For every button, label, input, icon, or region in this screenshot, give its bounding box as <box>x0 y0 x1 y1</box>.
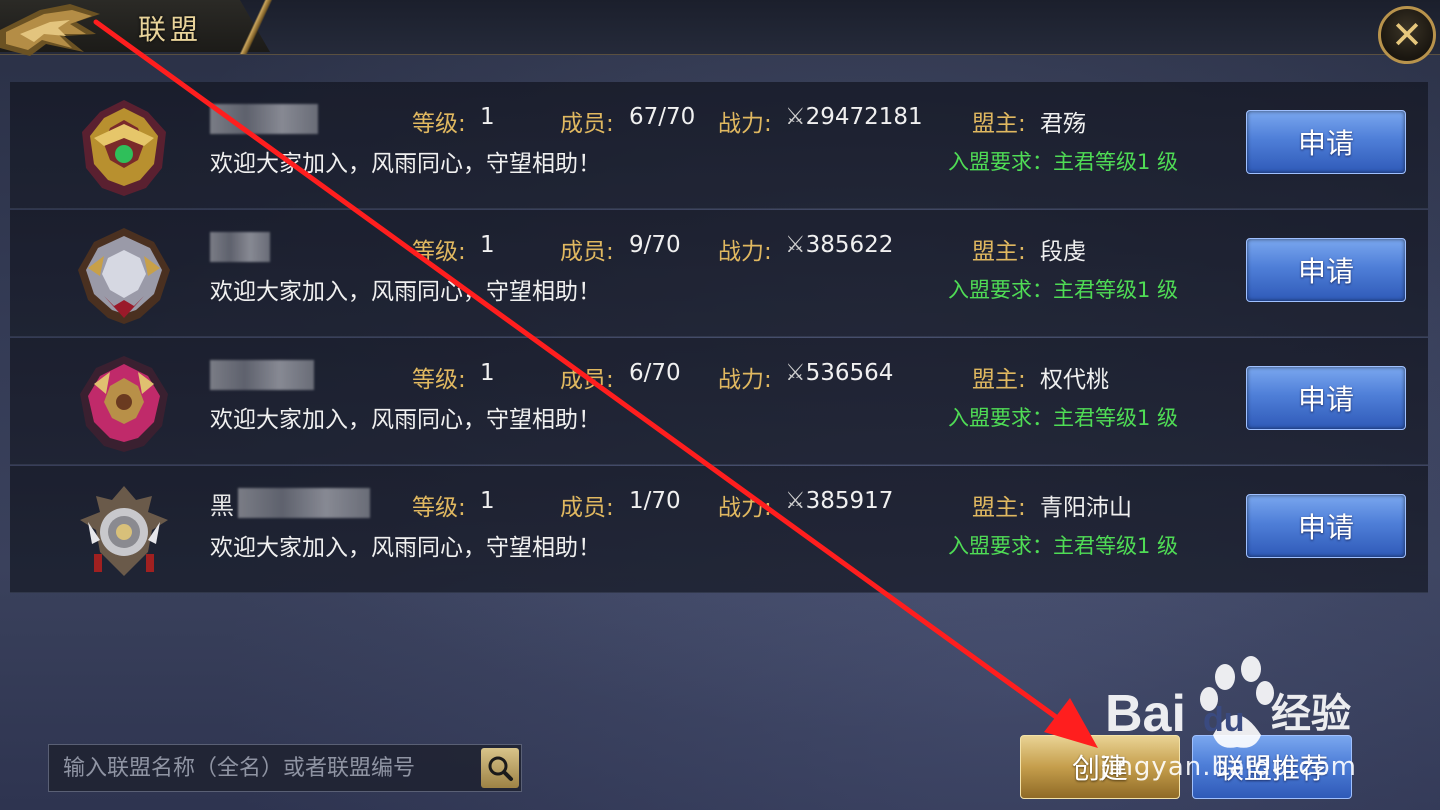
title-plate-edge <box>236 0 274 54</box>
alliance-motto: 欢迎大家加入，风雨同心，守望相助！ <box>210 535 601 561</box>
alliance-motto: 欢迎大家加入，风雨同心，守望相助！ <box>210 407 601 433</box>
page-title: 联盟 <box>138 13 203 46</box>
leader-value: 青阳沛山 <box>1040 495 1132 521</box>
leader-label: 盟主: <box>972 367 1026 393</box>
dragon-ornament-icon <box>0 4 100 56</box>
crossed-swords-icon: ⚔ <box>785 104 806 130</box>
join-requirement: 入盟要求：主君等级1 级 <box>948 278 1179 302</box>
power-label: 战力: <box>718 111 772 137</box>
apply-button[interactable]: 申请 <box>1246 238 1406 302</box>
apply-button[interactable]: 申请 <box>1246 110 1406 174</box>
search-button[interactable] <box>481 748 519 788</box>
power-label: 战力: <box>718 239 772 265</box>
level-value: 1 <box>480 488 495 514</box>
search-icon <box>488 756 513 781</box>
leader-label: 盟主: <box>972 111 1026 137</box>
alliance-list: 等级: 1 成员: 67/70 战力: ⚔29472181 盟主: 君殇 欢迎大… <box>10 82 1428 594</box>
watermark-brand-du: du <box>1203 701 1245 739</box>
join-requirement: 入盟要求：主君等级1 级 <box>948 534 1179 558</box>
create-alliance-button[interactable]: 创建 <box>1020 735 1180 799</box>
watermark-brand-jingyan: 经验 <box>1271 691 1351 737</box>
leader-value: 段虔 <box>1040 239 1086 265</box>
apply-button[interactable]: 申请 <box>1246 366 1406 430</box>
power-label: 战力: <box>718 367 772 393</box>
power-value-group: ⚔385917 <box>785 488 893 514</box>
power-value: 385622 <box>805 232 894 258</box>
level-label: 等级: <box>412 239 466 265</box>
join-requirement: 入盟要求：主君等级1 级 <box>948 406 1179 430</box>
apply-button[interactable]: 申请 <box>1246 494 1406 558</box>
power-value: 385917 <box>805 488 894 514</box>
close-icon: ✕ <box>1391 13 1423 57</box>
alliance-name-censored <box>210 104 318 134</box>
alliance-name-censored <box>210 232 270 262</box>
golden-dragon-emblem-icon <box>82 100 166 196</box>
alliance-motto: 欢迎大家加入，风雨同心，守望相助！ <box>210 151 601 177</box>
crossed-swords-icon: ⚔ <box>785 232 806 258</box>
alliance-row: 等级: 1 成员: 6/70 战力: ⚔536564 盟主: 权代桃 欢迎大家加… <box>10 338 1428 465</box>
power-value: 536564 <box>805 360 894 386</box>
members-label: 成员: <box>560 367 614 393</box>
alliance-row: 等级: 1 成员: 9/70 战力: ⚔385622 盟主: 段虔 欢迎大家加入… <box>10 210 1428 337</box>
members-value: 6/70 <box>629 360 681 386</box>
members-value: 9/70 <box>629 232 681 258</box>
power-value: 29472181 <box>805 104 923 130</box>
top-bar: 联盟 ✕ <box>0 0 1440 64</box>
level-label: 等级: <box>412 367 466 393</box>
silver-dragon-emblem-icon <box>78 228 170 324</box>
alliance-row: 黑 等级: 1 成员: 1/70 战力: ⚔385917 盟主: 青阳沛山 欢迎… <box>10 466 1428 593</box>
power-value-group: ⚔29472181 <box>785 104 923 130</box>
members-label: 成员: <box>560 495 614 521</box>
search-box <box>48 744 522 792</box>
members-value: 67/70 <box>629 104 696 130</box>
alliance-name-censored <box>210 360 314 390</box>
leader-label: 盟主: <box>972 495 1026 521</box>
level-value: 1 <box>480 360 495 386</box>
alliance-row: 等级: 1 成员: 67/70 战力: ⚔29472181 盟主: 君殇 欢迎大… <box>10 82 1428 209</box>
close-button[interactable]: ✕ <box>1378 6 1436 64</box>
leader-value: 君殇 <box>1040 111 1086 137</box>
level-value: 1 <box>480 232 495 258</box>
crimson-dragon-emblem-icon <box>80 356 168 452</box>
alliance-recommend-button[interactable]: 联盟推荐 <box>1192 735 1352 799</box>
leader-value: 权代桃 <box>1040 367 1109 393</box>
crossed-swords-icon: ⚔ <box>785 360 806 386</box>
members-label: 成员: <box>560 239 614 265</box>
alliance-name-censored <box>238 488 370 518</box>
power-value-group: ⚔536564 <box>785 360 893 386</box>
alliance-search-input[interactable] <box>49 745 479 791</box>
bronze-shield-emblem-icon <box>80 486 168 576</box>
power-label: 战力: <box>718 495 772 521</box>
members-value: 1/70 <box>629 488 681 514</box>
alliance-motto: 欢迎大家加入，风雨同心，守望相助！ <box>210 279 601 305</box>
leader-label: 盟主: <box>972 239 1026 265</box>
level-label: 等级: <box>412 495 466 521</box>
level-label: 等级: <box>412 111 466 137</box>
crossed-swords-icon: ⚔ <box>785 488 806 514</box>
alliance-name-prefix: 黑 <box>210 492 234 520</box>
join-requirement: 入盟要求：主君等级1 级 <box>948 150 1179 174</box>
members-label: 成员: <box>560 111 614 137</box>
power-value-group: ⚔385622 <box>785 232 893 258</box>
level-value: 1 <box>480 104 495 130</box>
